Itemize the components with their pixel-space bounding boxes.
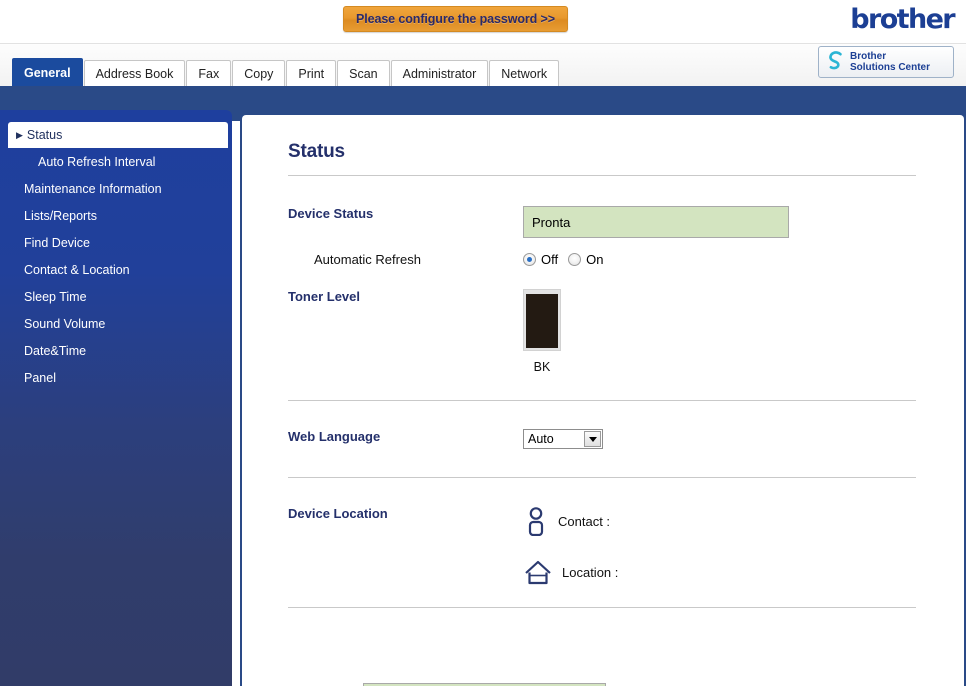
device-status-row: Device Status Pronta: [288, 206, 916, 238]
device-location-label: Device Location: [288, 506, 388, 521]
toner-level-label: Toner Level: [288, 289, 361, 304]
tab-copy[interactable]: Copy: [232, 60, 286, 86]
web-language-value: Auto: [528, 432, 554, 446]
section-divider-1: [288, 400, 916, 401]
device-location-entries: Contact : Location :: [523, 506, 618, 586]
brother-solutions-center-button[interactable]: Brother Solutions Center: [818, 46, 954, 78]
caret-right-icon: ▶: [16, 129, 23, 140]
section-divider-2: [288, 477, 916, 478]
contact-label: Contact :: [558, 513, 611, 529]
sidebar-item-sleep-time[interactable]: Sleep Time: [0, 283, 232, 310]
location-line: Location :: [523, 558, 618, 586]
toner-cartridge-label: BK: [533, 360, 551, 374]
device-status-value: Pronta: [523, 206, 789, 238]
toner-level-row: Toner Level BK: [288, 289, 916, 374]
sidebar-item-status[interactable]: ▶ Status: [8, 122, 228, 148]
contact-line: Contact :: [523, 506, 618, 536]
web-language-label: Web Language: [288, 429, 381, 444]
sidebar-item-maintenance-information[interactable]: Maintenance Information: [0, 175, 232, 202]
page-title: Status: [288, 141, 345, 162]
sidebar-item-find-device[interactable]: Find Device: [0, 229, 232, 256]
tab-general[interactable]: General: [12, 58, 83, 86]
automatic-refresh-row: Automatic Refresh Off On: [288, 252, 916, 267]
tab-scan[interactable]: Scan: [337, 60, 390, 86]
radio-button[interactable]: [523, 253, 536, 266]
radio-label: Off: [541, 252, 559, 267]
tab-list: General Address Book Fax Copy Print Scan Admin…: [12, 58, 560, 86]
solutions-center-label: Brother Solutions Center: [850, 50, 931, 74]
sidebar-item-label: Status: [26, 128, 63, 142]
swoosh-s-icon: [829, 51, 842, 70]
sidebar-nav: ▶ Status Auto Refresh Interval Maintenance …: [0, 110, 232, 686]
tab-fax[interactable]: Fax: [186, 60, 232, 86]
device-status-label: Device Status: [288, 206, 374, 221]
toner-cartridge: BK: [523, 289, 561, 374]
radio-label: On: [586, 252, 604, 267]
title-divider: [288, 175, 916, 176]
sidebar-item-sound-volume[interactable]: Sound Volume: [0, 310, 232, 337]
tab-network[interactable]: Network: [489, 60, 560, 86]
sidebar-item-lists-reports[interactable]: Lists/Reports: [0, 202, 232, 229]
sidebar-item-contact-location[interactable]: Contact & Location: [0, 256, 232, 283]
brother-logo: brother: [850, 4, 955, 35]
page-header: Please configure the password >> brother: [0, 0, 966, 44]
radio-button[interactable]: [568, 253, 582, 266]
tab-print[interactable]: Print: [286, 60, 337, 86]
tab-strip: General Address Book Fax Copy Print Scan Admin…: [0, 44, 966, 86]
section-divider-3: [288, 607, 916, 608]
bottom-divider-wrap: [288, 607, 916, 608]
location-label: Location :: [562, 564, 619, 580]
automatic-refresh-label: Automatic Refresh: [314, 252, 421, 267]
toner-gauge: [523, 289, 561, 351]
house-icon: [525, 560, 551, 585]
toner-cartridge-list: BK: [523, 289, 561, 374]
automatic-refresh-option-on[interactable]: On: [568, 252, 603, 267]
chevron-down-icon[interactable]: [584, 431, 601, 447]
toner-fill: [526, 294, 558, 348]
automatic-refresh-radio-group: Off On: [523, 252, 603, 267]
tab-administrator[interactable]: Administrator: [390, 60, 489, 86]
person-icon: [528, 507, 544, 536]
web-language-row: Web Language Auto: [288, 429, 916, 449]
device-location-row: Device Location Contact : Location:: [288, 506, 916, 586]
automatic-refresh-option-off[interactable]: Off: [523, 252, 558, 267]
sidebar-item-auto-refresh-interval[interactable]: Auto Refresh Interval: [0, 148, 232, 175]
browser-page: Please configure the password >> brother…: [0, 0, 966, 686]
sidebar-item-panel[interactable]: Panel: [0, 364, 232, 391]
tab-address-book[interactable]: Address Book: [83, 60, 186, 86]
content-panel: Status Device Status Pronta Automatic Re…: [240, 113, 966, 686]
web-language-select[interactable]: Auto: [523, 429, 603, 449]
configure-password-banner[interactable]: Please configure the password >>: [343, 6, 568, 32]
sidebar-item-date-time[interactable]: Date&Time: [0, 337, 232, 364]
